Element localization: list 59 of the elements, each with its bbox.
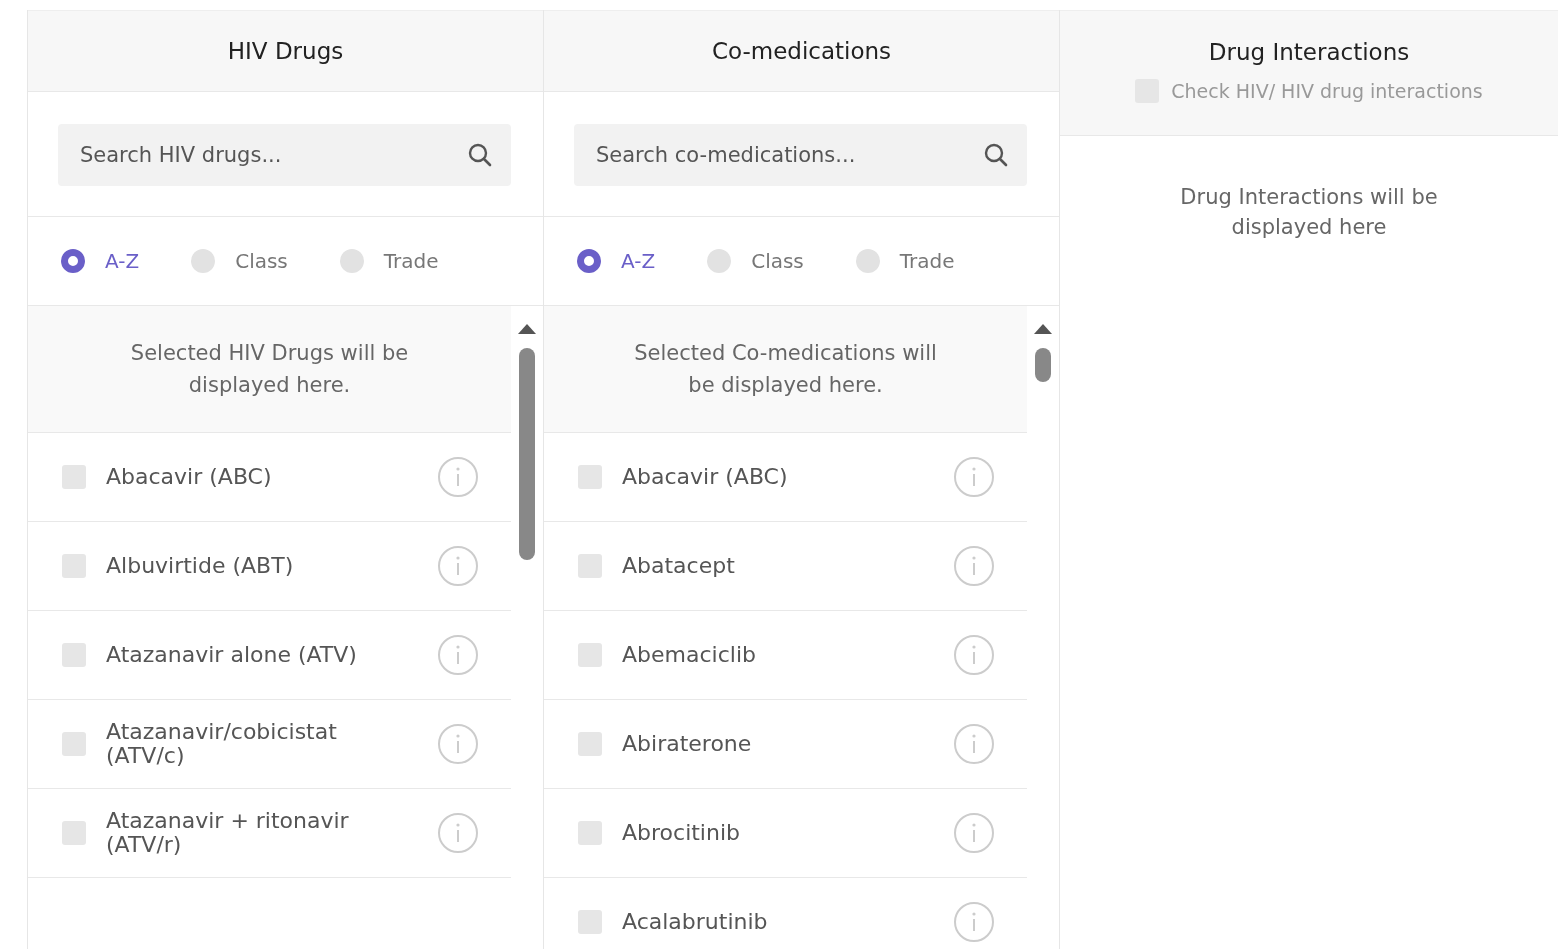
checkbox[interactable]: [578, 554, 602, 578]
radio-button[interactable]: [707, 249, 732, 273]
radio-button[interactable]: [855, 249, 880, 273]
info-icon[interactable]: [437, 545, 480, 587]
radio-button[interactable]: [61, 249, 85, 273]
checkbox[interactable]: [578, 910, 602, 934]
checkbox[interactable]: [62, 732, 86, 756]
drug-name[interactable]: Acalabrutinib: [622, 890, 912, 949]
checkbox[interactable]: [578, 465, 602, 489]
empty-message: Selected HIV Drugs will be displayed here.: [129, 340, 410, 399]
drug-name[interactable]: Abemaciclib: [622, 623, 912, 687]
drug-name[interactable]: Abacavir (ABC): [106, 445, 396, 509]
search-icon[interactable]: [467, 142, 493, 168]
drug-name[interactable]: Abatacept: [622, 534, 912, 598]
drug-name[interactable]: Abrocitinib: [622, 801, 912, 865]
radio-label[interactable]: A-Z: [105, 249, 140, 273]
info-icon[interactable]: [437, 812, 480, 854]
scroll-up-arrow-icon[interactable]: [518, 324, 537, 334]
info-icon[interactable]: [953, 634, 996, 676]
radio-label[interactable]: Class: [235, 249, 288, 273]
scrollbar-thumb[interactable]: [519, 348, 536, 560]
checkbox[interactable]: [578, 732, 602, 756]
info-icon[interactable]: [953, 901, 996, 943]
checkbox[interactable]: [62, 554, 86, 578]
drug-name[interactable]: Atazanavir + ritonavir (ATV/r): [106, 789, 396, 877]
info-icon[interactable]: [953, 545, 996, 587]
drug-name[interactable]: Atazanavir alone (ATV): [106, 623, 396, 687]
radio-button[interactable]: [577, 249, 601, 273]
scrollbar-thumb[interactable]: [1035, 348, 1052, 382]
checkbox[interactable]: [62, 643, 86, 667]
drug-name[interactable]: Albuvirtide (ABT): [106, 534, 396, 598]
radio-label[interactable]: A-Z: [621, 249, 656, 273]
empty-message: Drug Interactions will be displayed here: [1179, 184, 1439, 241]
info-icon[interactable]: [953, 812, 996, 854]
radio-label[interactable]: Trade: [383, 249, 439, 273]
column-title: HIV Drugs: [227, 38, 344, 64]
checkbox[interactable]: [578, 643, 602, 667]
column-title: Drug Interactions: [1208, 39, 1410, 65]
radio-button[interactable]: [191, 249, 216, 273]
checkbox[interactable]: [578, 821, 602, 845]
drug-name[interactable]: Abacavir (ABC): [622, 445, 912, 509]
search-field[interactable]: Search co-medications...: [574, 124, 1027, 186]
checkbox[interactable]: [62, 465, 86, 489]
radio-label[interactable]: Trade: [899, 249, 955, 273]
search-icon[interactable]: [983, 142, 1009, 168]
radio-button[interactable]: [339, 249, 364, 273]
drug-name[interactable]: Atazanavir/cobicistat (ATV/c): [106, 700, 396, 788]
column-title: Co-medications: [711, 38, 892, 64]
info-icon[interactable]: [953, 723, 996, 765]
scroll-up-arrow-icon[interactable]: [1034, 324, 1053, 334]
info-icon[interactable]: [437, 723, 480, 765]
info-icon[interactable]: [437, 634, 480, 676]
checkbox[interactable]: [62, 821, 86, 845]
info-icon[interactable]: [437, 456, 480, 498]
empty-message: Selected Co-medications will be displayed here.: [633, 340, 938, 399]
drug-name[interactable]: Abiraterone: [622, 712, 912, 776]
search-field[interactable]: Search HIV drugs...: [58, 124, 511, 186]
radio-label[interactable]: Class: [751, 249, 804, 273]
info-icon[interactable]: [953, 456, 996, 498]
